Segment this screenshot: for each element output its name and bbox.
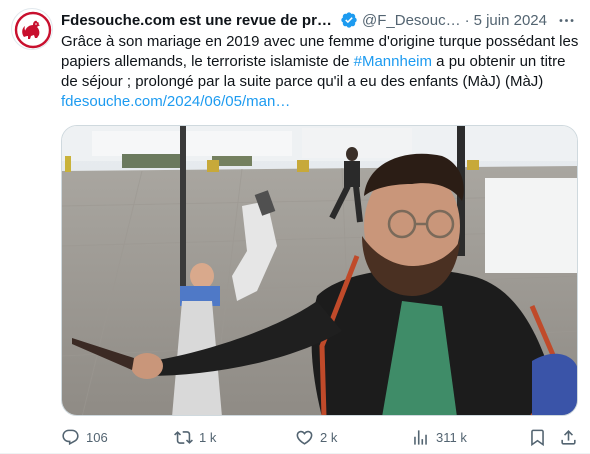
- tweet-header: Fdesouche.com est une revue de pres… @F_…: [61, 9, 581, 31]
- retweet-button[interactable]: 1 k: [174, 426, 216, 448]
- tweet-date[interactable]: 5 juin 2024: [474, 12, 547, 29]
- reply-icon: [62, 429, 79, 445]
- verified-badge-icon: [341, 12, 357, 28]
- like-count: 2 k: [320, 429, 338, 445]
- share-button[interactable]: [559, 426, 584, 448]
- author-name[interactable]: Fdesouche.com est une revue de pres…: [61, 12, 337, 29]
- author-avatar[interactable]: [11, 8, 53, 50]
- retweet-count: 1 k: [199, 429, 217, 445]
- views-button[interactable]: 311 k: [411, 426, 467, 448]
- article-link[interactable]: fdesouche.com/2024/06/05/man…: [61, 93, 290, 110]
- action-bar: 106 1 k 2 k 311 k: [61, 426, 581, 448]
- bookmark-button[interactable]: [528, 426, 553, 448]
- views-count: 311 k: [436, 429, 467, 445]
- author-handle[interactable]: @F_Desouc…: [362, 12, 461, 29]
- reply-button[interactable]: 106: [61, 426, 108, 448]
- rooster-logo-icon: [14, 11, 52, 49]
- photo-image: [62, 126, 577, 415]
- reply-count: 106: [86, 429, 108, 445]
- hashtag-link[interactable]: #Mannheim: [354, 53, 432, 70]
- separator-dot: ·: [464, 11, 470, 29]
- bookmark-icon: [531, 429, 544, 446]
- analytics-icon: [414, 429, 427, 445]
- more-options-button[interactable]: [555, 9, 577, 31]
- heart-icon: [296, 430, 313, 445]
- tweet-media-photo[interactable]: [61, 125, 578, 416]
- tweet-text: Grâce à son mariage en 2019 avec une fem…: [61, 32, 581, 112]
- like-button[interactable]: 2 k: [295, 426, 337, 448]
- retweet-icon: [174, 430, 193, 444]
- tweet-card[interactable]: Fdesouche.com est une revue de pres… @F_…: [0, 0, 590, 454]
- more-horizontal-icon: [559, 18, 573, 22]
- share-icon: [561, 429, 576, 445]
